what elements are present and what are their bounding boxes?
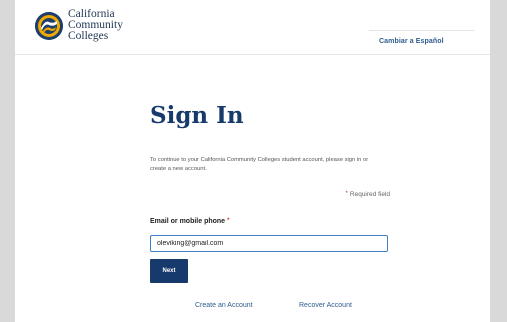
logo-line-3: Colleges — [68, 30, 109, 42]
email-required-marker: * — [227, 218, 230, 224]
email-field[interactable] — [150, 235, 388, 252]
signin-form: Sign In To continue to your California C… — [150, 0, 395, 322]
required-field-note: * Required field — [346, 191, 390, 198]
ccc-logo-text: California Community Colleges — [68, 8, 123, 42]
signin-page: California Community Colleges Cambiar a … — [15, 0, 490, 322]
email-label: Email or mobile phone * — [150, 218, 229, 225]
page-title: Sign In — [150, 102, 244, 129]
signin-description: To continue to your California Community… — [150, 157, 369, 172]
required-field-text: Required field — [349, 191, 390, 198]
create-account-link[interactable]: Create an Account — [195, 302, 253, 309]
email-label-text: Email or mobile phone — [150, 218, 226, 225]
required-marker: * — [345, 191, 348, 197]
ccc-logo-icon — [35, 12, 63, 40]
next-button[interactable]: Next — [150, 259, 188, 283]
recover-account-link[interactable]: Recover Account — [299, 302, 352, 309]
